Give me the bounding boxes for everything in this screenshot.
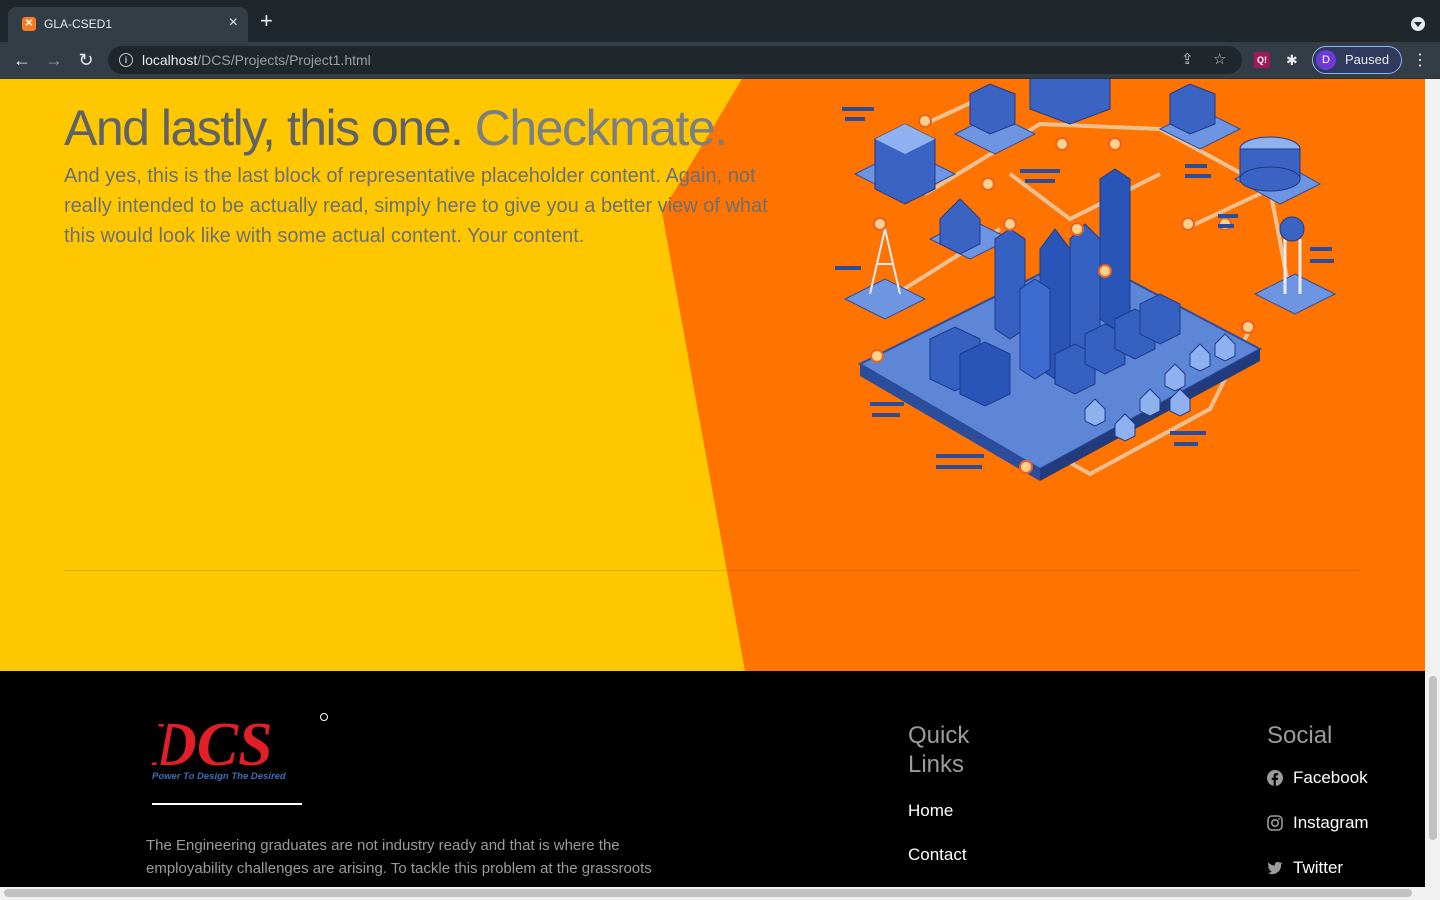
back-icon[interactable]: ← — [10, 49, 34, 71]
browser-toolbar: ← → ↻ i localhost/DCS/Projects/Project1.… — [0, 42, 1440, 79]
reload-icon[interactable]: ↻ — [74, 49, 98, 71]
instagram-icon — [1267, 815, 1283, 831]
smart-city-illustration — [835, 79, 1337, 481]
featurette-heading: And lastly, this one. Checkmate. — [64, 100, 728, 156]
tab-strip: ✕ GLA-CSED1 × + — [0, 0, 1440, 42]
social-title: Social — [1267, 722, 1333, 749]
site-footer: DCS Power To Design The Desired The Engi… — [0, 671, 1425, 887]
avatar: D — [1316, 50, 1336, 70]
horizontal-scrollbar-thumb[interactable] — [4, 889, 1412, 897]
social-link-facebook[interactable]: Facebook — [1267, 768, 1368, 788]
profile-status: Paused — [1345, 52, 1390, 67]
twitter-icon — [1267, 861, 1283, 875]
page-viewport: And lastly, this one. Checkmate. And yes… — [0, 79, 1425, 887]
footer-link-contact[interactable]: Contact — [908, 845, 967, 865]
browser-menu-icon[interactable]: ⋮ — [1412, 50, 1428, 70]
social-link-instagram[interactable]: Instagram — [1267, 813, 1369, 833]
browser-tab[interactable]: ✕ GLA-CSED1 × — [8, 7, 248, 42]
forward-icon[interactable]: → — [42, 49, 66, 71]
footer-link-home[interactable]: Home — [908, 801, 953, 821]
social-link-twitter[interactable]: Twitter — [1267, 858, 1343, 878]
featurette-lead: And yes, this is the last block of repre… — [64, 165, 768, 247]
bookmark-star-icon[interactable]: ☆ — [1213, 51, 1226, 69]
svg-text:Power To Design The Desired: Power To Design The Desired — [152, 771, 286, 782]
close-tab-icon[interactable]: × — [229, 13, 238, 33]
share-icon[interactable]: ⇪ — [1181, 51, 1194, 69]
site-info-icon[interactable]: i — [119, 53, 133, 67]
new-tab-icon[interactable]: + — [260, 10, 273, 32]
feature-section: And lastly, this one. Checkmate. And yes… — [0, 79, 1425, 671]
tab-search-icon[interactable] — [1411, 17, 1425, 31]
footer-about-text: The Engineering graduates are not indust… — [146, 837, 652, 877]
dcs-logo[interactable]: DCS Power To Design The Desired — [150, 707, 330, 785]
address-bar[interactable]: i localhost/DCS/Projects/Project1.html ⇪… — [108, 46, 1242, 74]
svg-text:DCS: DCS — [151, 711, 273, 779]
extensions-puzzle-icon[interactable]: ✱ — [1286, 52, 1298, 69]
facebook-icon — [1267, 770, 1283, 786]
profile-button[interactable]: D Paused — [1312, 46, 1402, 74]
xampp-favicon-icon: ✕ — [22, 17, 36, 31]
logo-underline — [152, 803, 302, 805]
url-text[interactable]: localhost/DCS/Projects/Project1.html — [142, 52, 371, 68]
featurette-divider — [64, 570, 1359, 571]
quick-links-title: Quick Links — [908, 722, 970, 778]
tab-title: GLA-CSED1 — [44, 17, 113, 31]
vertical-scrollbar-thumb[interactable] — [1429, 676, 1437, 840]
extension-q-icon[interactable]: Q! — [1254, 52, 1270, 68]
